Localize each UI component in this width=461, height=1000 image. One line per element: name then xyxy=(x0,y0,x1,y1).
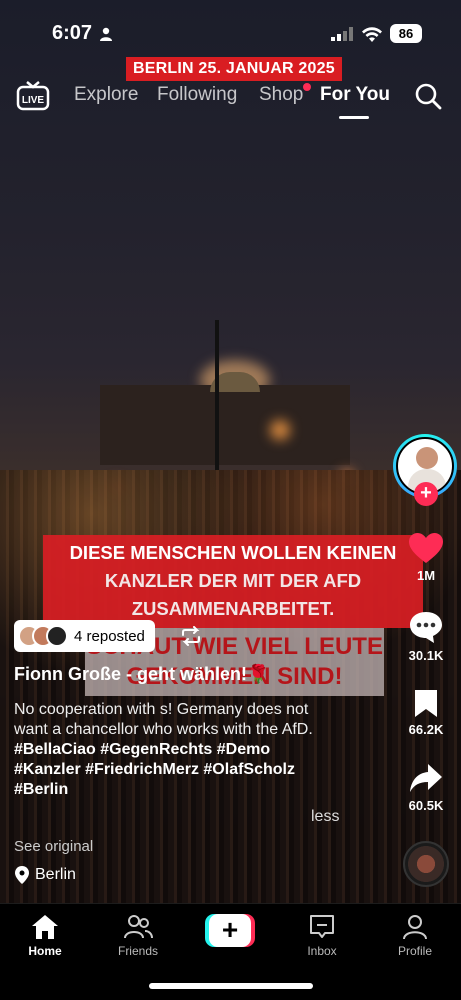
home-indicator xyxy=(149,983,313,989)
tab-inbox[interactable]: Inbox xyxy=(287,914,357,958)
comment-icon xyxy=(410,612,442,643)
video-date-banner: BERLIN 25. JANUAR 2025 xyxy=(126,57,342,81)
tab-label: Inbox xyxy=(307,944,337,958)
wifi-icon xyxy=(362,27,382,42)
caption-line: DIESE MENSCHEN WOLLEN KEINEN xyxy=(69,542,397,563)
repost-chip[interactable]: 4 reposted xyxy=(14,620,155,652)
street-lamp-pole xyxy=(215,320,219,470)
avatar-face xyxy=(416,447,438,469)
tab-label: Home xyxy=(28,944,62,958)
repost-icon xyxy=(182,626,200,646)
tab-shop[interactable]: Shop xyxy=(259,84,303,106)
profile-icon xyxy=(403,915,427,940)
search-icon[interactable] xyxy=(414,82,442,110)
see-original-link[interactable]: See original xyxy=(14,838,93,855)
music-disc[interactable] xyxy=(403,841,449,887)
active-tab-underline xyxy=(339,116,369,119)
post-description: No cooperation with s! Germany does not … xyxy=(14,700,334,800)
share-arrow-icon xyxy=(410,764,442,792)
comment-button[interactable]: 30.1K xyxy=(396,610,456,663)
status-time: 6:07 xyxy=(52,22,93,44)
inbox-icon xyxy=(310,915,334,938)
create-button[interactable]: + xyxy=(205,914,255,947)
tab-explore[interactable]: Explore xyxy=(74,84,138,106)
bookmark-icon xyxy=(415,690,437,717)
share-count: 60.5K xyxy=(408,798,444,813)
caption-line: ZUSAMMENARBEITET. xyxy=(131,598,335,619)
tab-profile[interactable]: Profile xyxy=(380,914,450,958)
like-count: 1M xyxy=(416,568,436,583)
tab-label: Profile xyxy=(397,944,432,958)
tab-home[interactable]: Home xyxy=(10,914,80,958)
location-pin-icon xyxy=(15,866,29,884)
friends-icon xyxy=(124,915,153,939)
person-icon xyxy=(100,27,112,41)
home-icon xyxy=(32,915,58,939)
battery-indicator: 86 xyxy=(390,24,422,43)
hashtags[interactable]: #BellaCiao #GegenRechts #Demo #Kanzler #… xyxy=(14,741,295,798)
comment-count: 30.1K xyxy=(408,648,444,663)
less-button[interactable]: less xyxy=(311,808,339,826)
caption-line: KANZLER DER MIT DER AFD xyxy=(104,570,362,591)
video-caption-red: DIESE MENSCHEN WOLLEN KEINEN KANZLER DER… xyxy=(43,535,423,628)
location-label[interactable]: Berlin xyxy=(35,866,76,884)
avatar xyxy=(46,625,68,647)
status-bar: 6:07 86 xyxy=(0,0,461,60)
light-glow xyxy=(270,420,290,440)
tab-following[interactable]: Following xyxy=(157,84,237,106)
signal-icon xyxy=(331,27,353,41)
reichstag-building xyxy=(100,385,350,465)
like-button[interactable]: 1M xyxy=(396,532,456,583)
shop-notification-dot xyxy=(303,83,311,91)
follow-button[interactable]: + xyxy=(414,482,438,506)
author-name[interactable]: Fionn Große - geht wählen!🌹 xyxy=(14,664,269,685)
save-button[interactable]: 66.2K xyxy=(396,688,456,737)
save-count: 66.2K xyxy=(408,722,444,737)
tab-friends[interactable]: Friends xyxy=(103,914,173,958)
share-button[interactable]: 60.5K xyxy=(396,762,456,813)
top-nav: Explore Following Shop For You xyxy=(0,84,461,114)
tab-for-you[interactable]: For You xyxy=(320,84,390,106)
plus-icon: + xyxy=(209,914,251,947)
tab-label: Friends xyxy=(117,944,158,958)
heart-icon xyxy=(409,533,443,563)
repost-label: 4 reposted xyxy=(74,627,145,645)
description-text: No cooperation with s! Germany does not … xyxy=(14,701,313,738)
